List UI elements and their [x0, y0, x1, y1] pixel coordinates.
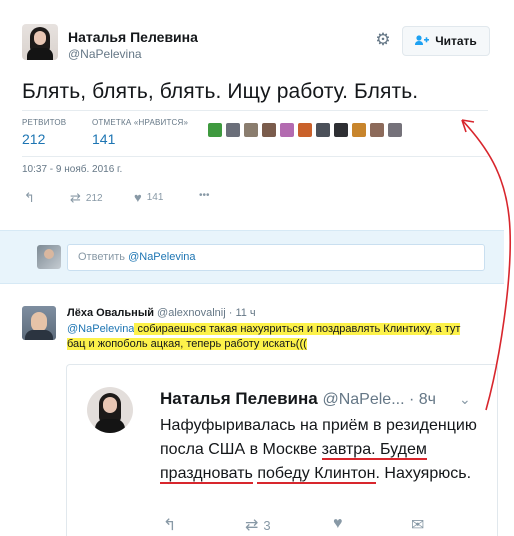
liker-avatar[interactable] — [298, 123, 312, 137]
reply-author-avatar[interactable] — [22, 306, 56, 340]
retweet-count: 212 — [85, 192, 103, 204]
tweet-card: Наталья Пелевина @NaPelevina ⚙ Читать Бл… — [0, 0, 504, 536]
reply-placeholder: Ответить — [78, 251, 129, 263]
quoted-author-name: Наталья Пелевина — [160, 389, 318, 408]
retweet-icon: ⇄ — [70, 190, 81, 205]
author-name[interactable]: Наталья Пелевина — [68, 29, 198, 45]
liker-avatar[interactable] — [316, 123, 330, 137]
reply-author-handle: @alexnovalnij · 11 ч — [157, 307, 256, 319]
liker-avatar[interactable] — [208, 123, 222, 137]
quoted-like-action[interactable]: ♥ — [333, 515, 343, 533]
reply-area: Ответить @NaPelevina — [0, 230, 504, 284]
follow-button[interactable]: Читать — [402, 26, 490, 56]
tweet-text: Блять, блять, блять. Ищу работу. Блять. — [22, 80, 419, 103]
liker-avatars — [208, 123, 402, 137]
retweet-action[interactable]: ⇄ 212 — [70, 190, 103, 206]
chevron-down-icon[interactable]: ⌄ — [459, 391, 471, 408]
divider — [22, 156, 488, 157]
follow-person-icon — [415, 34, 430, 48]
like-action[interactable]: ♥ 141 — [134, 190, 163, 205]
quoted-author: Наталья Пелевина @NaPele... · 8ч — [160, 389, 436, 409]
liker-avatar[interactable] — [370, 123, 384, 137]
reply-input[interactable]: Ответить @NaPelevina — [67, 244, 485, 271]
reply-author-name: Лёха Овальный — [67, 307, 154, 319]
quoted-text-part1: Нафуфыривалась на приём в резиденцию пос… — [160, 417, 477, 458]
quoted-dm-action[interactable]: ✉ — [411, 515, 424, 535]
more-icon: ••• — [199, 190, 210, 201]
reply-icon: ↰ — [24, 190, 35, 205]
reply-text-line1: собираешься такая нахуяриться и поздравл… — [134, 323, 461, 335]
tweet-timestamp[interactable]: 10:37 - 9 нояб. 2016 г. — [22, 164, 122, 175]
author-handle[interactable]: @NaPelevina — [68, 47, 142, 61]
quoted-actions: ↰ ⇄ 3 ♥ ✉ — [163, 515, 463, 536]
reply-author[interactable]: Лёха Овальный @alexnovalnij · 11 ч — [67, 307, 256, 319]
quoted-text: Нафуфыривалась на приём в резиденцию пос… — [160, 414, 490, 486]
current-user-avatar — [37, 245, 61, 269]
heart-icon: ♥ — [333, 515, 343, 532]
reply-mention: @NaPelevina — [128, 251, 196, 263]
liker-avatar[interactable] — [280, 123, 294, 137]
quoted-retweet-count: 3 — [263, 517, 271, 533]
reply-text-mention[interactable]: @NaPelevina — [67, 323, 134, 335]
retweets-label: РЕТВИТОВ — [22, 118, 67, 127]
reply-icon: ↰ — [163, 517, 177, 534]
follow-label: Читать — [435, 34, 477, 48]
envelope-icon: ✉ — [411, 517, 425, 534]
like-count: 141 — [146, 192, 164, 203]
liker-avatar[interactable] — [262, 123, 276, 137]
retweets-count[interactable]: 212 — [22, 131, 45, 147]
liker-avatar[interactable] — [334, 123, 348, 137]
likes-count[interactable]: 141 — [92, 131, 115, 147]
quoted-tweet[interactable]: Наталья Пелевина @NaPele... · 8ч ⌄ Нафуф… — [66, 364, 498, 536]
quoted-reply-action[interactable]: ↰ — [163, 515, 176, 535]
quoted-retweet-action[interactable]: ⇄ 3 — [245, 515, 271, 535]
quoted-author-avatar — [87, 387, 133, 433]
tweet-header: Наталья Пелевина @NaPelevina ⚙ Читать — [22, 22, 492, 66]
liker-avatar[interactable] — [388, 123, 402, 137]
liker-avatar[interactable] — [226, 123, 240, 137]
heart-icon: ♥ — [134, 190, 142, 205]
likes-label: ОТМЕТКА «НРАВИТСЯ» — [92, 118, 189, 127]
more-action[interactable]: ••• — [199, 190, 210, 201]
divider — [22, 110, 488, 111]
retweet-icon: ⇄ — [245, 517, 259, 534]
gear-icon[interactable]: ⚙ — [374, 31, 392, 49]
reply-text-line2: бац и жопоболь ацкая, теперь работу иска… — [67, 338, 307, 350]
liker-avatar[interactable] — [352, 123, 366, 137]
reply-text: @NaPelevina собираешься такая нахуяритьс… — [67, 322, 497, 352]
quoted-text-part3: . Нахуярюсь. — [375, 465, 472, 482]
quoted-author-handle: @NaPele... · 8ч — [322, 391, 436, 408]
reply-action[interactable]: ↰ — [24, 190, 35, 206]
author-avatar[interactable] — [22, 24, 58, 60]
quoted-text-underlined2: победу Клинтон — [257, 465, 376, 484]
liker-avatar[interactable] — [244, 123, 258, 137]
